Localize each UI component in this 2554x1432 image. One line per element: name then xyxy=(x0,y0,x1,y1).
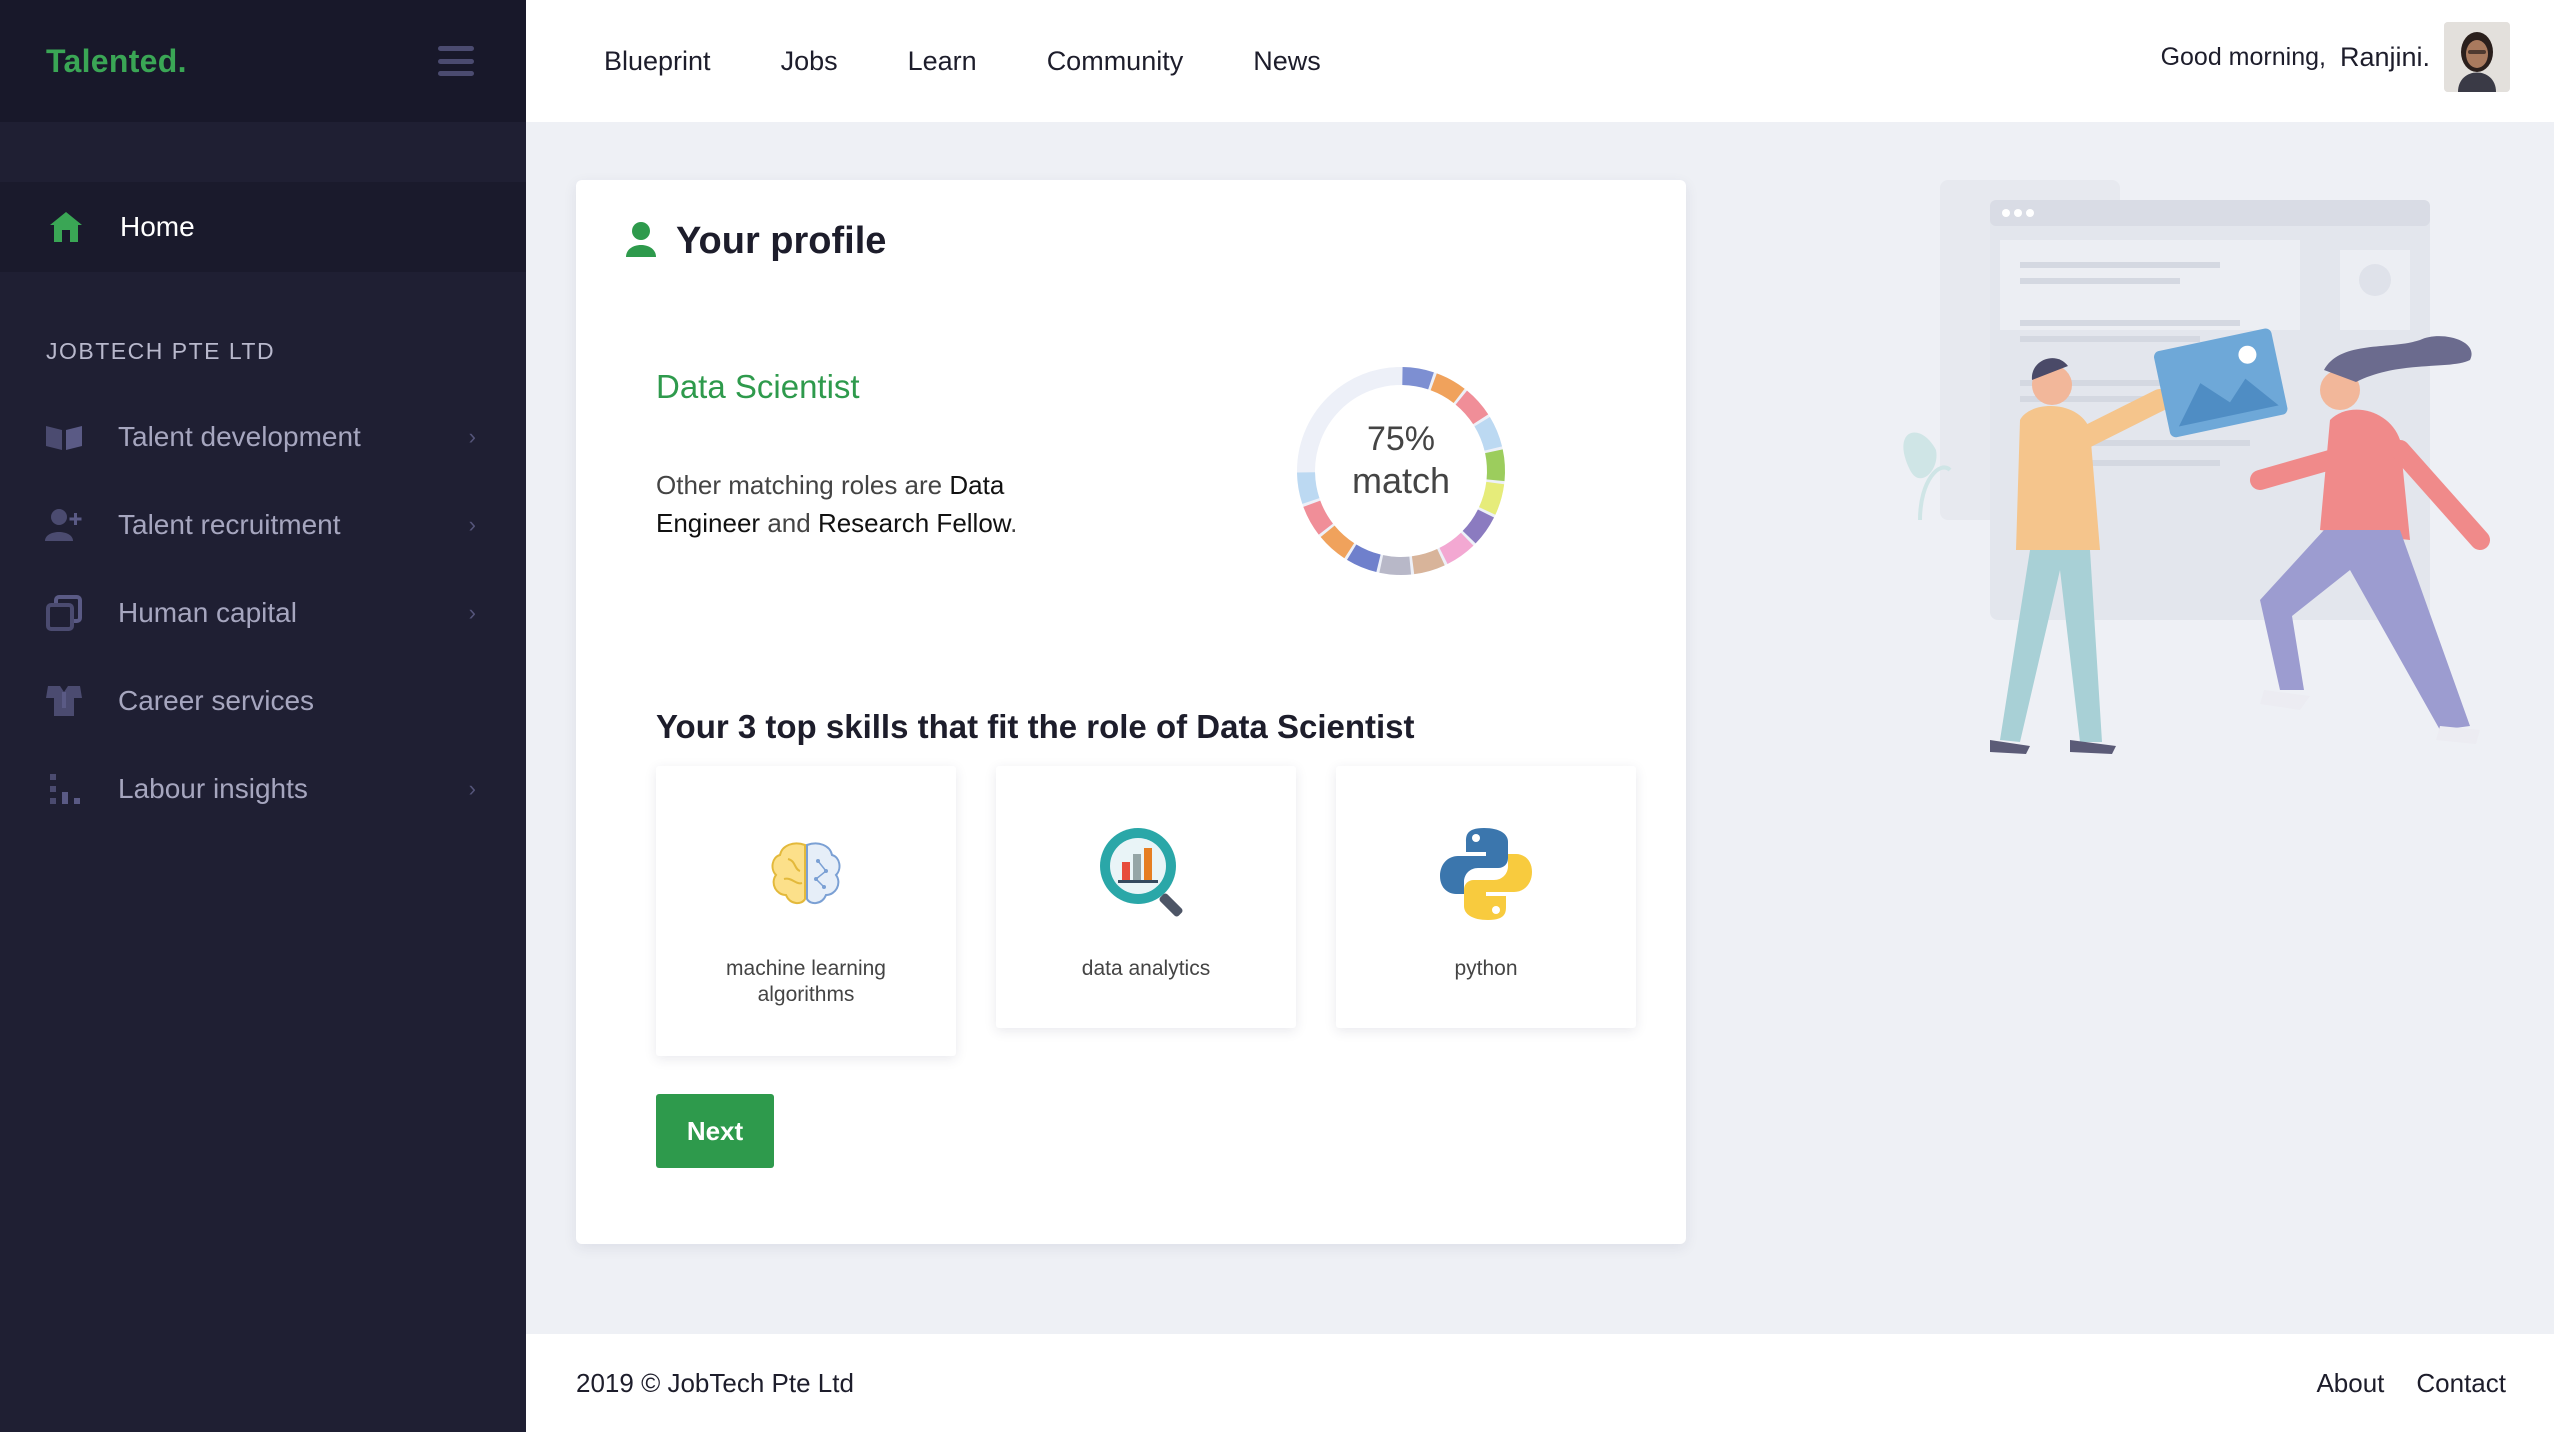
magnifier-chart-icon xyxy=(996,824,1296,924)
company-name: JOBTECH PTE LTD xyxy=(46,338,276,364)
sidebar-item-label: Labour insights xyxy=(118,773,308,804)
brand-bar: Talented. xyxy=(0,0,526,122)
skill-card-python[interactable]: python xyxy=(1336,766,1636,1028)
sidebar-nav: Talent development › Talent recruitment … xyxy=(0,393,526,833)
donut-segment xyxy=(1411,548,1445,575)
card-header: Your profile xyxy=(626,220,886,263)
skills-title: Your 3 top skills that fit the role of D… xyxy=(656,708,1415,745)
add-user-icon xyxy=(44,505,84,545)
chevron-right-icon: › xyxy=(468,512,476,537)
sidebar-item-label: Career services xyxy=(118,685,315,716)
matching-suffix: . xyxy=(1010,508,1018,538)
footer-link-contact[interactable]: Contact xyxy=(2416,1368,2506,1399)
sidebar-item-career-services[interactable]: Career services xyxy=(0,657,526,745)
match-percent: 75% xyxy=(1366,420,1436,458)
sidebar-item-human-capital[interactable]: Human capital › xyxy=(0,569,526,657)
nav-link-learn[interactable]: Learn xyxy=(908,46,977,77)
top-navigation-bar: Blueprint Jobs Learn Community News Good… xyxy=(526,0,2554,122)
matching-roles-text: Other matching roles are Data Engineer a… xyxy=(656,466,1096,542)
match-word: match xyxy=(1351,460,1451,501)
footer-links: About Contact xyxy=(2284,1368,2506,1399)
donut-segment xyxy=(1430,373,1465,404)
page-title: Your profile xyxy=(676,220,887,262)
skill-card-machine-learning[interactable]: machine learning algorithms xyxy=(656,766,956,1056)
donut-segment xyxy=(1320,525,1355,559)
nav-link-jobs[interactable]: Jobs xyxy=(781,46,838,77)
donut-segment xyxy=(1439,532,1474,565)
skill-label: data analytics xyxy=(1081,957,1211,980)
chevron-right-icon: › xyxy=(468,600,476,625)
brand-logo[interactable]: Talented. xyxy=(46,43,187,80)
chevron-right-icon: › xyxy=(468,776,476,801)
user-name: Ranjini. xyxy=(2339,41,2430,72)
matching-prefix: Other matching roles are xyxy=(656,470,943,500)
nav-link-news[interactable]: News xyxy=(1253,46,1321,77)
matching-and: and xyxy=(767,508,811,538)
sidebar-item-label: Home xyxy=(120,211,195,242)
donut-segment xyxy=(1455,390,1489,425)
skill-label: machine learning algorithms xyxy=(726,957,886,1006)
footer: 2019 © JobTech Pte Ltd About Contact xyxy=(526,1334,2554,1432)
skill-card-data-analytics[interactable]: data analytics xyxy=(996,766,1296,1028)
avatar[interactable] xyxy=(2444,22,2510,92)
matching-role-link[interactable]: Research Fellow xyxy=(818,508,1010,538)
next-button[interactable]: Next xyxy=(656,1094,774,1168)
menu-toggle-icon[interactable] xyxy=(438,46,474,76)
donut-segment xyxy=(1346,544,1381,573)
donut-segment xyxy=(1303,500,1334,535)
copyright: 2019 © JobTech Pte Ltd xyxy=(576,1367,854,1398)
brand-dot: . xyxy=(177,42,187,79)
nav-link-blueprint[interactable]: Blueprint xyxy=(604,46,711,77)
main-nav: Blueprint Jobs Learn Community News xyxy=(604,46,1391,77)
sidebar-item-labour-insights[interactable]: Labour insights › xyxy=(0,745,526,833)
donut-segment xyxy=(1401,367,1434,390)
match-label: 75% match xyxy=(1286,418,1516,502)
sidebar-item-talent-recruitment[interactable]: Talent recruitment › xyxy=(0,481,526,569)
nav-link-community[interactable]: Community xyxy=(1047,46,1184,77)
sidebar-item-label: Human capital xyxy=(118,597,297,628)
sidebar-item-label: Talent recruitment xyxy=(118,509,341,540)
brand-name: Talented xyxy=(46,42,178,79)
user-greeting: Good morning, Ranjini. xyxy=(2161,22,2510,92)
copy-icon xyxy=(44,593,84,633)
shirt-icon xyxy=(44,681,84,721)
team-illustration xyxy=(1880,170,2500,770)
profile-card: Your profile Data Scientist Other matchi… xyxy=(576,180,1686,1244)
donut-segment xyxy=(1379,555,1412,575)
footer-link-about[interactable]: About xyxy=(2316,1368,2384,1399)
sidebar-item-home[interactable]: Home xyxy=(0,182,526,272)
bar-chart-icon xyxy=(44,769,84,809)
sidebar-item-label: Talent development xyxy=(118,421,361,452)
sidebar: Talented. Home JOBTECH PTE LTD Talent de… xyxy=(0,0,526,1432)
donut-segment xyxy=(1462,509,1495,544)
brain-icon xyxy=(656,824,956,924)
user-icon xyxy=(626,221,656,262)
home-icon xyxy=(46,207,86,247)
role-title: Data Scientist xyxy=(656,368,860,405)
sidebar-item-talent-development[interactable]: Talent development › xyxy=(0,393,526,481)
python-icon xyxy=(1336,824,1636,924)
skill-label: python xyxy=(1454,957,1518,980)
greeting-text: Good morning, xyxy=(2160,42,2326,71)
book-icon xyxy=(44,417,84,457)
chevron-right-icon: › xyxy=(468,424,476,449)
